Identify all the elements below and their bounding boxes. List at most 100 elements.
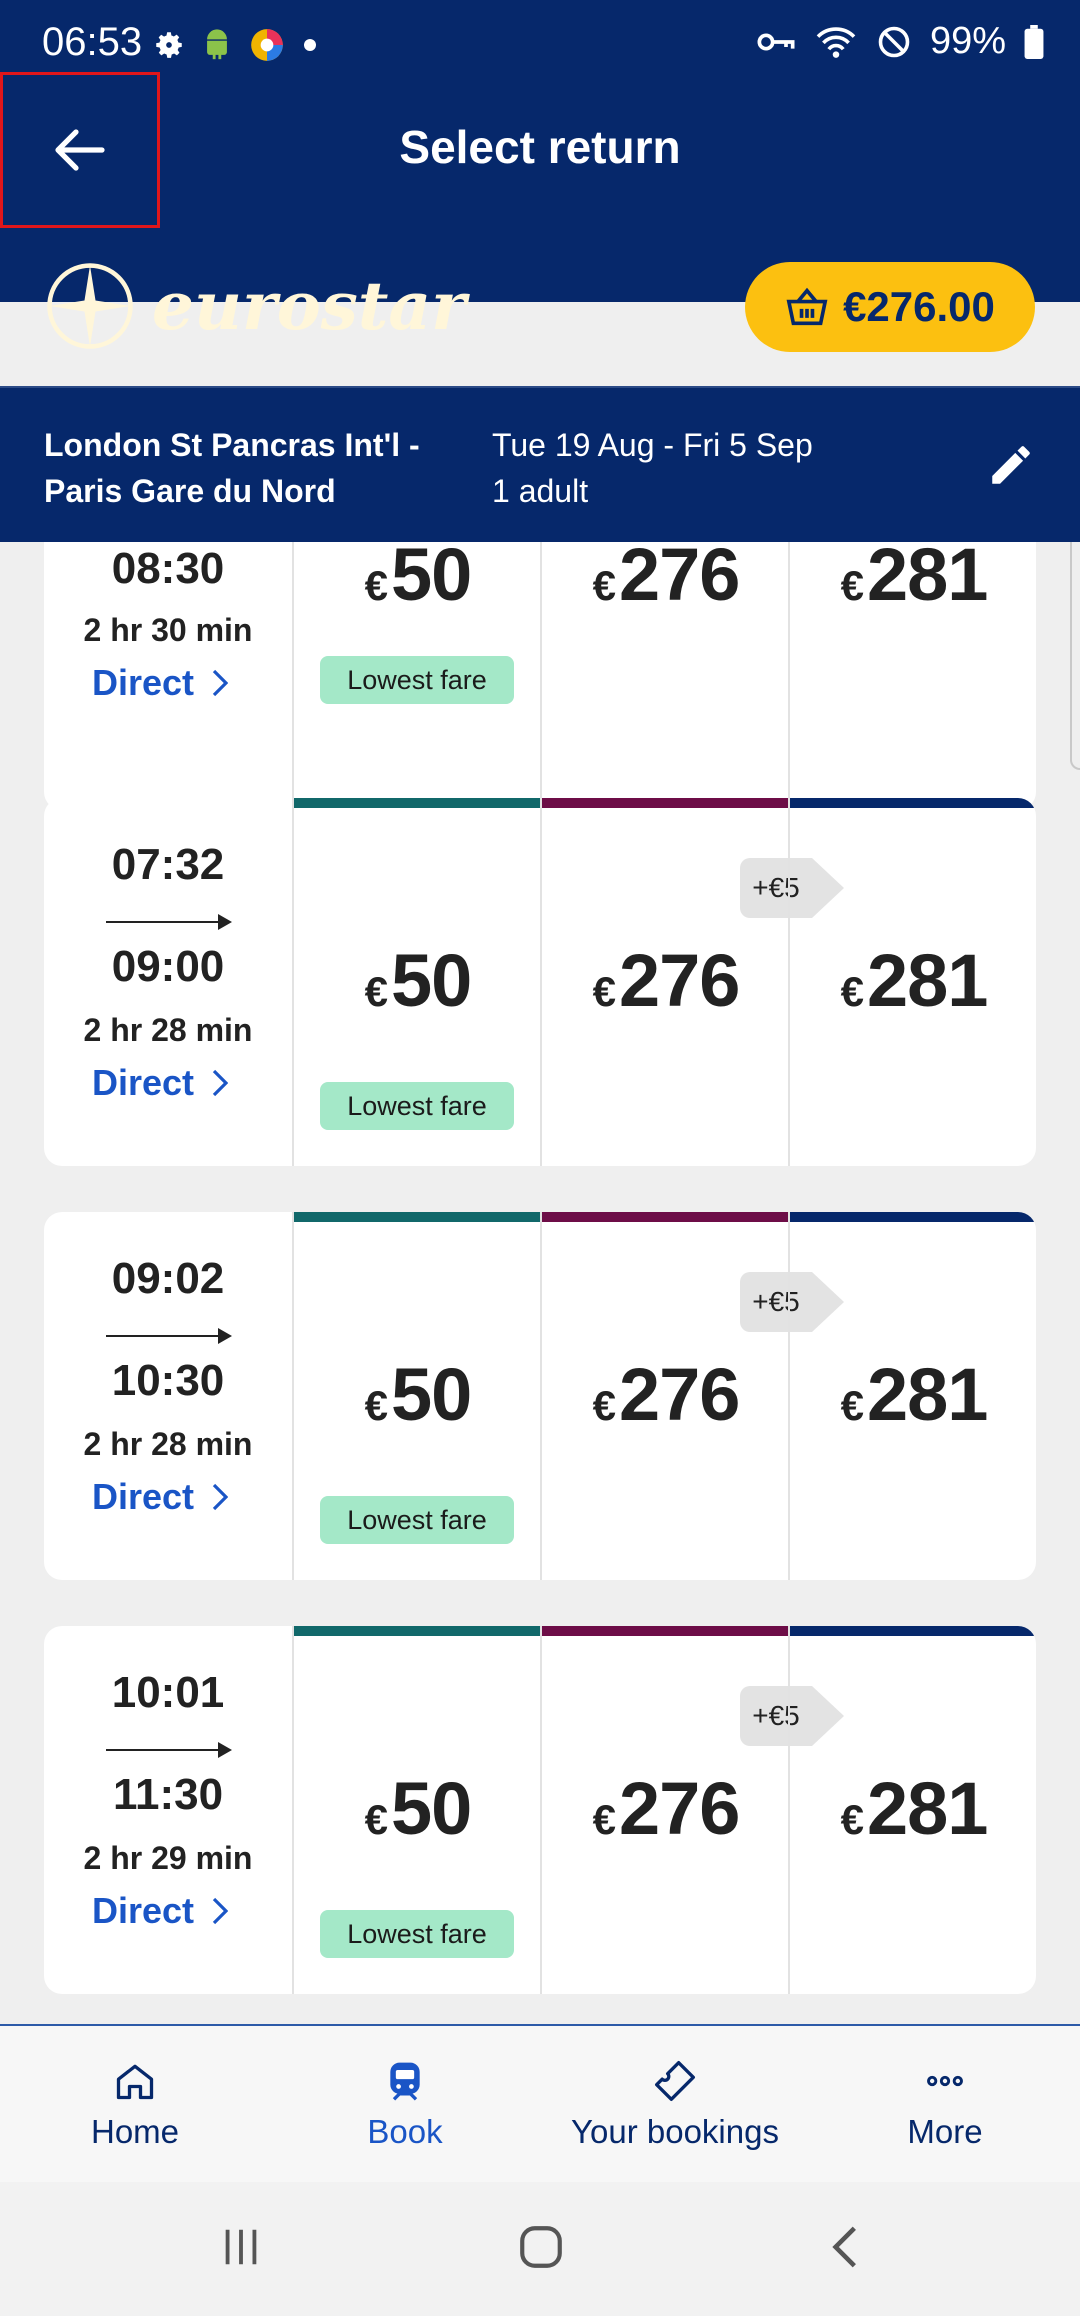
journey-route: London St Pancras Int'l - Paris Gare du … [44, 422, 464, 514]
arrow-right-icon [106, 1742, 232, 1758]
premier-fare[interactable]: €281 [788, 798, 1036, 1166]
chevron-right-icon [212, 1069, 229, 1097]
duration: 2 hr 30 min [83, 612, 253, 648]
plus-fare[interactable]: +€5 €276 [540, 1212, 844, 1580]
train-card[interactable]: 09:02 10:30 2 hr 28 min Direct €50 Lowes… [44, 1212, 1036, 1580]
train-times[interactable]: 08:30 2 hr 30 min Direct [44, 542, 292, 810]
premier-price: €281 [840, 1353, 989, 1436]
ticket-icon [655, 2061, 695, 2101]
android-icon [207, 29, 227, 60]
arrival-time: 10:30 [111, 1356, 225, 1405]
eurostar-star-icon [47, 263, 133, 349]
train-type: Direct [92, 1062, 195, 1103]
arrival-time: 11:30 [112, 1770, 224, 1819]
train-type: Direct [92, 662, 195, 703]
route-line-2: Paris Gare du Nord [44, 473, 336, 509]
chevron-right-icon [212, 1483, 229, 1511]
train-times[interactable]: 10:01 11:30 2 hr 29 min Direct [44, 1626, 292, 1994]
browser-app-icon [251, 29, 283, 61]
plus-fare[interactable]: +€5 €276 [540, 798, 844, 1166]
departure-time: 09:02 [111, 1254, 225, 1303]
system-navigation-bar [0, 2182, 1080, 2316]
status-time: 06:53 [42, 20, 143, 64]
premier-fare[interactable]: €281 [788, 1212, 1036, 1580]
scrollbar[interactable] [1070, 542, 1080, 770]
standard-fare[interactable]: €50 Lowest fare [292, 1212, 540, 1580]
recent-apps-icon[interactable] [218, 2224, 264, 2270]
standard-class-bar [294, 1212, 540, 1222]
lowest-fare-badge: Lowest fare [320, 656, 514, 704]
direct-link[interactable]: Direct [92, 1476, 229, 1518]
nav-book[interactable]: Book [310, 2026, 500, 2184]
journey-details: Tue 19 Aug - Fri 5 Sep 1 adult [492, 422, 813, 514]
home-circle-icon[interactable] [516, 2222, 566, 2272]
train-card[interactable]: 08:30 2 hr 30 min Direct €50 Lowest fare… [44, 542, 1036, 810]
premier-fare[interactable]: €281 [788, 542, 1036, 810]
train-times[interactable]: 09:02 10:30 2 hr 28 min Direct [44, 1212, 292, 1580]
basket-button[interactable]: €276.00 [745, 262, 1035, 352]
lowest-fare-badge: Lowest fare [320, 1082, 514, 1130]
train-card[interactable]: 07:32 09:00 2 hr 28 min Direct €50 Lowes… [44, 798, 1036, 1166]
duration: 2 hr 28 min [83, 1426, 253, 1462]
direct-link[interactable]: Direct [92, 1062, 229, 1104]
more-dots-icon [927, 2075, 963, 2087]
nav-home-label: Home [90, 2113, 180, 2150]
arrival-time: 09:00 [111, 942, 225, 991]
standard-fare[interactable]: €50 Lowest fare [292, 798, 540, 1166]
status-bar: 06:53 99% [0, 0, 1080, 92]
premier-fare[interactable]: €281 [788, 1626, 1036, 1994]
train-icon [390, 2062, 420, 2101]
standard-price: €50 [364, 1353, 473, 1436]
chevron-right-icon [212, 1897, 229, 1925]
lowest-fare-badge: Lowest fare [320, 1910, 514, 1958]
plus-price: €276 [592, 1767, 741, 1850]
departure-time: 07:32 [111, 840, 225, 889]
direct-link[interactable]: Direct [92, 1890, 229, 1932]
train-card[interactable]: 10:01 11:30 2 hr 29 min Direct €50 Lowes… [44, 1626, 1036, 1994]
train-list[interactable]: 08:30 2 hr 30 min Direct €50 Lowest fare… [0, 542, 1080, 2024]
standard-fare[interactable]: €50 Lowest fare [292, 1626, 540, 1994]
duration: 2 hr 29 min [83, 1840, 253, 1876]
nav-more-label: More [907, 2113, 983, 2150]
eurostar-logo: eurostar [44, 260, 466, 352]
route-line-1: London St Pancras Int'l - [44, 427, 420, 463]
do-not-disturb-icon [878, 26, 910, 57]
premier-class-bar [790, 798, 1036, 808]
app-header: Select return eurostar €276.00 [0, 92, 1080, 352]
premier-class-bar [790, 1212, 1036, 1222]
premier-price: €281 [840, 939, 989, 1022]
plus-fare[interactable]: +€5 €276 [540, 1626, 844, 1994]
arrow-left-icon [55, 129, 105, 171]
departure-time: 10:01 [111, 1668, 225, 1717]
battery-percent: 99% [929, 20, 1006, 62]
standard-fare[interactable]: €50 Lowest fare [292, 542, 540, 810]
standard-price: €50 [364, 542, 473, 616]
arrival-time: 08:30 [111, 544, 225, 593]
edit-pencil-icon[interactable] [986, 440, 1036, 490]
notification-dot-icon [304, 39, 316, 51]
standard-price: €50 [364, 1767, 473, 1850]
plus-price: €276 [592, 542, 741, 616]
nav-your-bookings[interactable]: Your bookings [560, 2026, 790, 2184]
direct-link[interactable]: Direct [92, 662, 229, 704]
back-button[interactable] [0, 72, 160, 228]
plus-fare[interactable]: €276 [540, 542, 788, 810]
basket-icon [786, 287, 828, 326]
premier-class-bar [790, 1626, 1036, 1636]
settings-gear-icon [156, 32, 182, 58]
back-chevron-icon[interactable] [826, 2222, 866, 2272]
standard-class-bar [294, 1626, 540, 1636]
duration: 2 hr 28 min [83, 1012, 253, 1048]
arrow-right-icon [106, 1328, 232, 1344]
train-type: Direct [92, 1476, 195, 1517]
standard-class-bar [294, 798, 540, 808]
bottom-navigation: Home Book Your bookings More [0, 2024, 1080, 2182]
train-times[interactable]: 07:32 09:00 2 hr 28 min Direct [44, 798, 292, 1166]
plus-class-bar [542, 798, 788, 808]
brand-name: eurostar [152, 267, 466, 345]
page-title: Select return [399, 121, 681, 173]
journey-summary[interactable]: London St Pancras Int'l - Paris Gare du … [0, 386, 1080, 542]
nav-more[interactable]: More [850, 2026, 1040, 2184]
passenger-count: 1 adult [492, 473, 589, 509]
nav-home[interactable]: Home [40, 2026, 230, 2184]
